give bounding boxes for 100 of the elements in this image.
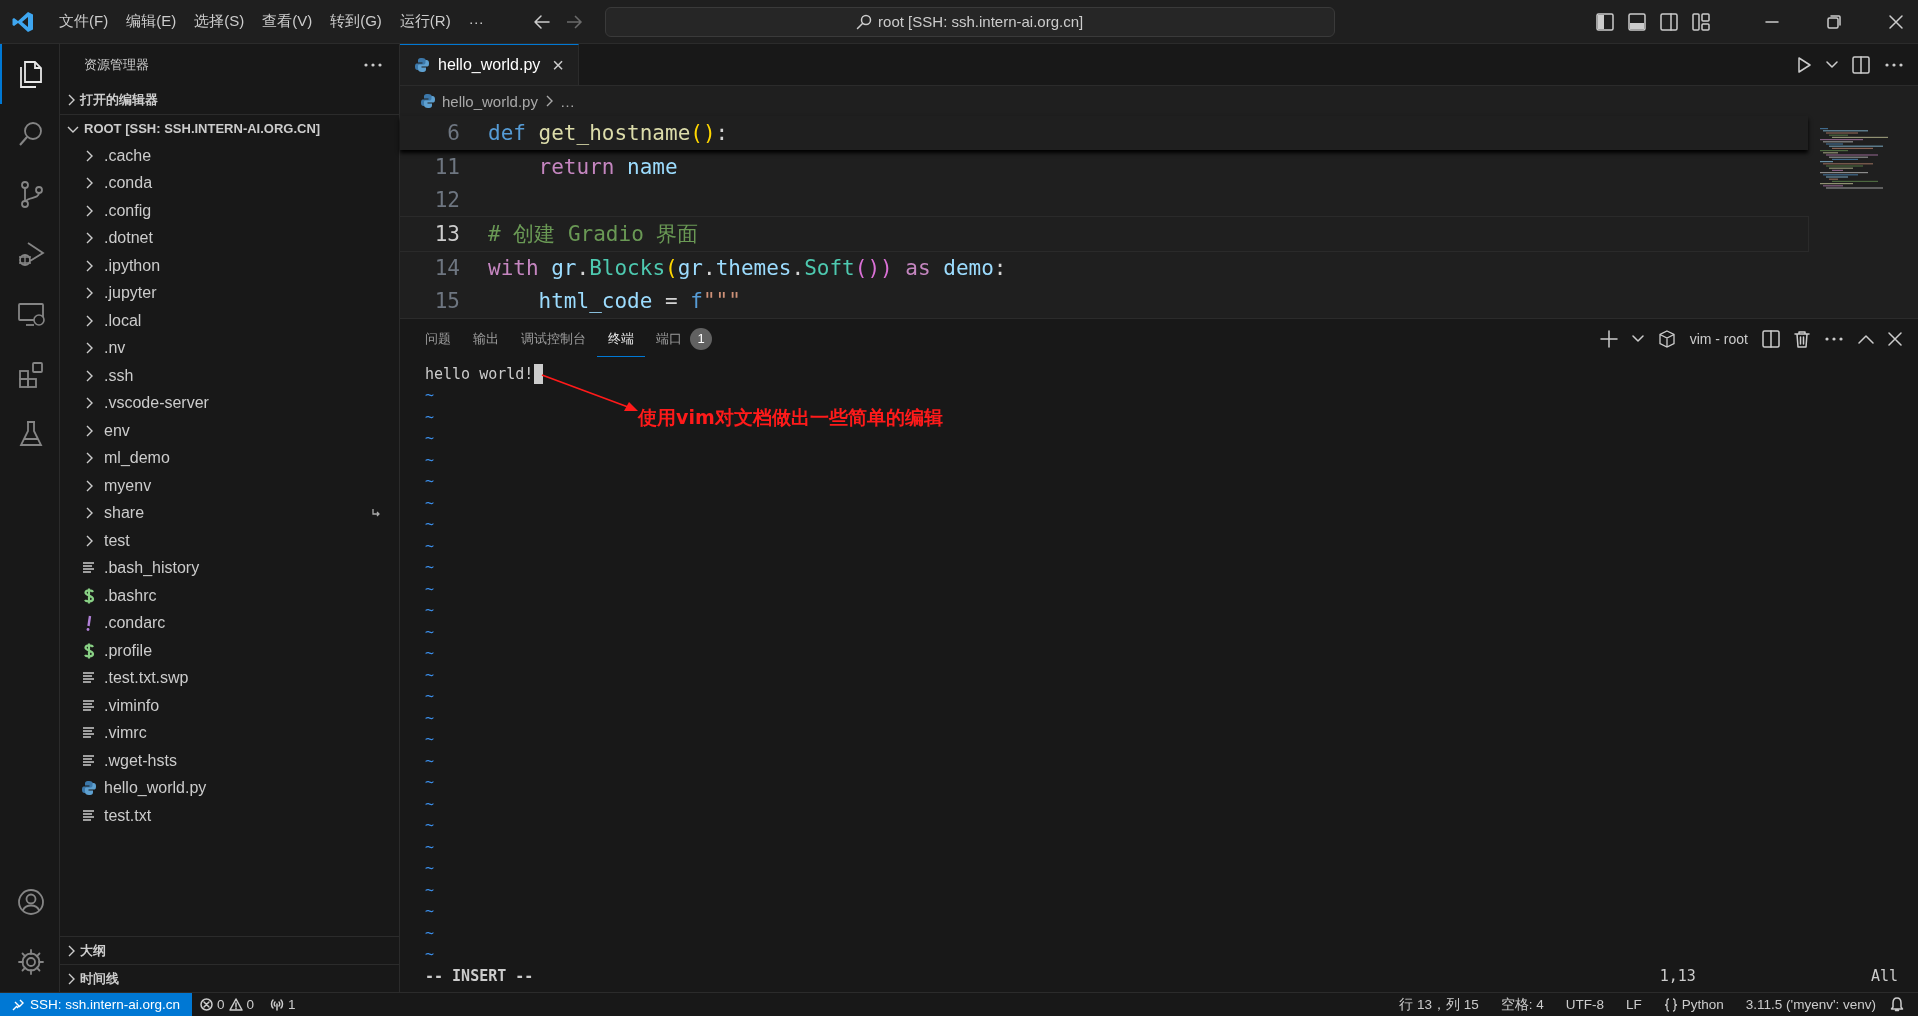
text-file-icon [82, 808, 96, 823]
forward-arrow-icon[interactable] [564, 13, 583, 30]
panel-tab[interactable]: 输出 [462, 321, 510, 357]
empty-line-marker: ~ [425, 837, 435, 856]
trash-icon[interactable] [1794, 330, 1810, 348]
panel-tab[interactable]: 终端 [597, 321, 645, 357]
split-terminal-icon[interactable] [1762, 330, 1780, 348]
panel-tab[interactable]: 调试控制台 [510, 321, 597, 357]
tree-item[interactable]: .dotnet [60, 224, 399, 252]
more-actions-icon[interactable] [1824, 336, 1844, 342]
section-header[interactable]: ROOT [SSH: SSH.INTERN-AI.ORG.CN] [60, 114, 399, 142]
tree-item[interactable]: myenv [60, 472, 399, 500]
chevron-right-icon [84, 478, 94, 493]
tree-item[interactable]: .bashrc [60, 582, 399, 610]
menu-item[interactable]: 转到(G) [321, 8, 391, 35]
tree-item[interactable]: hello_world.py [60, 774, 399, 802]
back-arrow-icon[interactable] [532, 13, 551, 30]
empty-line-marker: ~ [425, 472, 435, 491]
customize-layout-icon[interactable] [1692, 12, 1710, 31]
tree-item[interactable]: .config [60, 197, 399, 225]
notification-bell-icon[interactable] [1890, 997, 1904, 1012]
tree-item[interactable]: .cache [60, 142, 399, 170]
chevron-right-icon [84, 533, 94, 548]
dollar-icon [83, 586, 95, 605]
account-icon[interactable] [15, 887, 46, 917]
status-item[interactable]: Python [1655, 997, 1732, 1012]
tree-item[interactable]: ml_demo [60, 444, 399, 472]
tree-item[interactable]: .local [60, 307, 399, 335]
tree-item[interactable]: test.txt [60, 802, 399, 830]
tree-item[interactable]: .bash_history [60, 554, 399, 582]
tree-item[interactable]: .ipython [60, 252, 399, 280]
tree-item[interactable]: .conda [60, 169, 399, 197]
panel-tab[interactable]: 端口 1 [645, 319, 723, 359]
terminal[interactable]: hello world! ~ ~ ~ ~ ~ ~ ~ ~ ~ ~ ~ ~ ~ ~ ~ ~ ~ ~ ~ ~ ~ ~ ~ ~ ~ ~ ~ -- INSERT -- 1,13 All 使用vim对文档做出一些简单的编辑 [400, 359, 1918, 992]
toggle-panel-icon[interactable] [1628, 12, 1646, 31]
search-icon [856, 13, 873, 30]
tree-item[interactable]: .vimrc [60, 719, 399, 747]
remote-indicator[interactable]: SSH: ssh.intern-ai.org.cn [0, 993, 193, 1016]
menu-item[interactable]: 运行(R) [390, 8, 460, 35]
command-center[interactable]: root [SSH: ssh.intern-ai.org.cn] [604, 6, 1335, 37]
empty-line-marker: ~ [425, 450, 435, 469]
empty-line-marker: ~ [425, 493, 435, 512]
text-file-icon [82, 726, 96, 741]
tree-item[interactable]: .vscode-server [60, 389, 399, 417]
chevron-right-icon [84, 286, 94, 301]
editor-tab[interactable]: hello_world.py × [400, 44, 579, 85]
status-item[interactable]: LF [1618, 997, 1650, 1012]
status-item[interactable]: 行 13，列 15 [1391, 995, 1487, 1014]
close-tab-button[interactable]: × [548, 53, 568, 77]
menu-item[interactable]: 文件(F) [50, 8, 118, 35]
text-file-icon [82, 561, 96, 576]
close-icon[interactable] [1888, 13, 1904, 30]
chevron-right-icon [66, 93, 76, 107]
more-actions-icon[interactable] [1884, 61, 1904, 68]
terminal-name[interactable]: vim - root [1689, 331, 1748, 347]
empty-line-marker: ~ [425, 923, 435, 942]
status-item[interactable]: 3.11.5 ('myenv': venv) [1737, 997, 1884, 1012]
split-editor-icon[interactable] [1852, 55, 1870, 74]
toggle-sidebar-icon[interactable] [1596, 12, 1614, 31]
breadcrumb-item[interactable]: … [559, 92, 575, 110]
run-icon[interactable] [1796, 55, 1812, 74]
problems-indicator[interactable]: 0 0 [192, 997, 263, 1012]
plus-icon[interactable] [1599, 330, 1618, 348]
tree-item[interactable]: .jupyter [60, 279, 399, 307]
tree-item[interactable]: env [60, 417, 399, 445]
tree-item[interactable]: test [60, 527, 399, 555]
tree-item[interactable]: .viminfo [60, 692, 399, 720]
empty-line-marker: ~ [425, 945, 435, 964]
panel-tab[interactable]: 问题 [414, 321, 462, 357]
tree-item[interactable]: .condarc [60, 609, 399, 637]
tree-item[interactable]: share [60, 499, 399, 527]
tree-item[interactable]: .profile [60, 637, 399, 665]
more-actions-icon[interactable] [363, 62, 383, 68]
toggle-secondary-sidebar-icon[interactable] [1660, 12, 1678, 31]
empty-line-marker: ~ [425, 515, 435, 534]
section-header[interactable]: 打开的编辑器 [60, 86, 399, 114]
tree-item[interactable]: .nv [60, 334, 399, 362]
restore-icon[interactable] [1826, 13, 1842, 30]
menu-item[interactable]: 选择(S) [185, 8, 254, 35]
code-line: # 创建 Gradio 界面 [487, 220, 699, 248]
section-header[interactable]: 大纲 [60, 936, 399, 964]
status-item[interactable]: UTF-8 [1557, 997, 1612, 1012]
empty-line-marker: ~ [425, 880, 435, 899]
annotation-text: 使用vim对文档做出一些简单的编辑 [638, 405, 943, 430]
chevron-down-icon[interactable] [1631, 335, 1644, 343]
tree-item[interactable]: .ssh [60, 362, 399, 390]
close-icon[interactable] [1888, 332, 1902, 346]
menu-item[interactable]: 编辑(E) [117, 8, 186, 35]
chevron-right-icon [84, 451, 94, 466]
settings-icon[interactable] [15, 947, 46, 977]
status-item[interactable]: 空格: 4 [1492, 995, 1552, 1014]
breadcrumb-item[interactable]: hello_world.py [442, 92, 538, 110]
tree-item[interactable]: .wget-hsts [60, 747, 399, 775]
tree-item[interactable]: .test.txt.swp [60, 664, 399, 692]
empty-line-marker: ~ [425, 536, 435, 555]
ports-indicator[interactable]: 1 [262, 997, 304, 1012]
chevron-down-icon[interactable] [1826, 60, 1838, 69]
menu-item[interactable]: 查看(V) [253, 8, 322, 35]
chevron-up-icon[interactable] [1858, 334, 1874, 344]
menu-more[interactable]: ··· [459, 9, 493, 34]
